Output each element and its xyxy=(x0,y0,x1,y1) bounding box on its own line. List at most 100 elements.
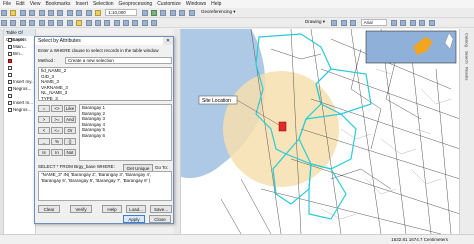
map-view[interactable]: Site Location xyxy=(180,29,459,234)
menu-item-help[interactable]: Help xyxy=(211,1,221,7)
dialog-titlebar[interactable]: Select by Attributes ✕ xyxy=(35,37,173,45)
fixed-zoom-in-icon[interactable] xyxy=(38,20,45,26)
back-icon[interactable] xyxy=(57,20,64,26)
load-button[interactable]: Load... xyxy=(126,205,146,213)
copy-icon[interactable] xyxy=(47,10,54,16)
layer-checkbox[interactable] xyxy=(8,37,12,42)
toc-layer-row[interactable]: Negros... xyxy=(4,106,35,113)
new-icon[interactable] xyxy=(1,10,7,16)
measure-icon[interactable] xyxy=(123,20,130,26)
toc-layer-row[interactable]: Main... xyxy=(4,43,35,50)
operator-button[interactable]: > xyxy=(38,116,50,123)
method-select[interactable]: Create a new selection xyxy=(65,57,172,64)
operator-button[interactable]: <> xyxy=(51,105,63,112)
save-icon[interactable] xyxy=(19,10,26,16)
georeferencing-menu[interactable]: Georeferencing ▾ xyxy=(199,9,246,16)
operator-button[interactable]: < xyxy=(38,127,50,134)
field-list[interactable]: fid_NAME_2 GID_3 NAME_3 VARNAME_3 NL_NAME_3 T… xyxy=(38,67,172,101)
values-list[interactable]: Barangay 1 Barangay 2 Barangay 3 Barangay 4… xyxy=(79,104,172,161)
time-slider-icon[interactable] xyxy=(151,20,158,26)
menu-item-file[interactable]: File xyxy=(3,1,11,7)
layer-checkbox[interactable] xyxy=(8,65,12,70)
select-elements-icon[interactable] xyxy=(94,20,101,26)
full-extent-icon[interactable] xyxy=(29,20,36,26)
delete-icon[interactable] xyxy=(66,10,73,16)
toc-layer-row[interactable]: Negros... xyxy=(4,85,35,92)
clear-button[interactable]: Clear xyxy=(38,205,60,213)
forward-icon[interactable] xyxy=(66,20,73,26)
toc-layer-row[interactable]: Bm... xyxy=(4,50,35,57)
go-to-label[interactable]: Go To: xyxy=(155,165,168,170)
toc-layer-row[interactable] xyxy=(4,57,35,64)
cut-icon[interactable] xyxy=(38,10,45,16)
operator-button[interactable]: >= xyxy=(51,116,63,123)
operator-button[interactable]: _ xyxy=(38,138,50,145)
splitter[interactable] xyxy=(174,29,180,234)
value-item[interactable]: Barangay 6 xyxy=(80,133,171,139)
line-color-icon[interactable] xyxy=(428,20,435,26)
select-features-icon[interactable] xyxy=(76,20,83,26)
layer-checkbox[interactable] xyxy=(8,86,12,91)
bold-icon[interactable] xyxy=(390,20,397,26)
expression-text[interactable]: "NAME_3" IN( 'Barangay 2', 'Barangay 3',… xyxy=(39,172,171,183)
toolbox-icon[interactable] xyxy=(179,10,186,16)
text-icon[interactable] xyxy=(350,20,357,26)
operator-button[interactable]: = xyxy=(38,105,50,112)
map-canvas[interactable]: Site Location xyxy=(181,29,459,234)
operator-button[interactable]: % xyxy=(51,138,63,145)
layer-checkbox[interactable] xyxy=(8,58,12,63)
expression-box[interactable]: "NAME_3" IN( 'Barangay 2', 'Barangay 3',… xyxy=(38,171,172,201)
pointer-icon[interactable] xyxy=(331,20,338,26)
toc-icon[interactable] xyxy=(151,10,158,16)
italic-icon[interactable] xyxy=(400,20,407,26)
menu-item-bookmarks[interactable]: Bookmarks xyxy=(45,1,70,7)
fixed-zoom-out-icon[interactable] xyxy=(47,20,54,26)
help-button[interactable]: Help xyxy=(102,205,122,213)
layer-checkbox[interactable] xyxy=(8,93,12,98)
operator-button[interactable]: <= xyxy=(51,127,63,134)
zoom-in-icon[interactable] xyxy=(1,20,7,26)
operator-button[interactable]: () xyxy=(64,138,76,145)
menu-item-geoprocessing[interactable]: Geoprocessing xyxy=(119,1,153,7)
python-icon[interactable] xyxy=(188,10,195,16)
menu-item-customize[interactable]: Customize xyxy=(157,1,181,7)
toc-layer-row[interactable] xyxy=(4,71,35,78)
find-icon[interactable] xyxy=(113,20,120,26)
hyperlink-icon[interactable] xyxy=(132,20,139,26)
layer-checkbox[interactable] xyxy=(8,44,12,49)
save-button[interactable]: Save... xyxy=(150,205,172,213)
search-icon[interactable] xyxy=(169,10,176,16)
layer-checkbox[interactable] xyxy=(8,100,12,105)
operator-button[interactable]: Not xyxy=(64,149,76,156)
add-data-icon[interactable] xyxy=(94,10,101,16)
drawing-menu[interactable]: Drawing ▾ xyxy=(303,19,328,26)
apply-button[interactable]: Apply xyxy=(123,215,145,223)
pan-icon[interactable] xyxy=(19,20,26,26)
toc-layer-row[interactable]: Insert my... xyxy=(4,78,35,85)
toc-layer-row[interactable]: Insert m... xyxy=(4,99,35,106)
layer-checkbox[interactable] xyxy=(8,79,12,84)
toc-layer-row[interactable] xyxy=(4,92,35,99)
operator-button[interactable]: Like xyxy=(64,105,76,112)
verify-button[interactable]: Verify xyxy=(70,205,92,213)
operator-button[interactable]: In xyxy=(51,149,63,156)
identify-icon[interactable] xyxy=(104,20,111,26)
layer-checkbox[interactable] xyxy=(8,72,12,77)
operator-button[interactable]: Is xyxy=(38,149,50,156)
menu-item-windows[interactable]: Windows xyxy=(186,1,206,7)
close-icon[interactable]: ✕ xyxy=(163,37,173,45)
close-button[interactable]: Close xyxy=(149,215,171,223)
scale-box[interactable]: 1:10,000 xyxy=(105,9,138,16)
print-icon[interactable] xyxy=(29,10,36,16)
operator-button[interactable]: Or xyxy=(64,127,76,134)
undo-icon[interactable] xyxy=(76,10,83,16)
clear-selection-icon[interactable] xyxy=(85,20,92,26)
underline-icon[interactable] xyxy=(409,20,416,26)
paste-icon[interactable] xyxy=(57,10,64,16)
toc-layer-row[interactable] xyxy=(4,64,35,71)
search-tab[interactable]: Search xyxy=(465,51,470,64)
results-tab[interactable]: Results xyxy=(465,67,470,80)
font-box[interactable]: Arial xyxy=(360,19,387,26)
menu-item-selection[interactable]: Selection xyxy=(93,1,114,7)
editor-icon[interactable] xyxy=(141,10,148,16)
